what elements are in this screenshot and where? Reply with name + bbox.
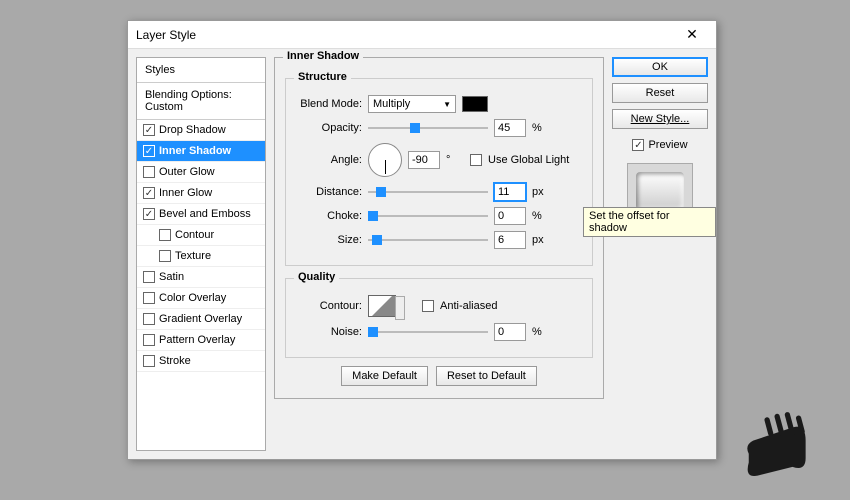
- style-label: Stroke: [159, 355, 191, 367]
- new-style-button[interactable]: New Style...: [612, 109, 708, 129]
- opacity-field[interactable]: 45: [494, 119, 526, 137]
- quality-legend: Quality: [294, 271, 339, 283]
- opacity-slider[interactable]: [368, 121, 488, 135]
- right-buttons: OK Reset New Style... Preview: [612, 57, 708, 451]
- size-slider[interactable]: [368, 233, 488, 247]
- distance-label: Distance:: [296, 186, 362, 198]
- style-item-color-overlay[interactable]: Color Overlay: [137, 288, 265, 309]
- style-item-drop-shadow[interactable]: Drop Shadow: [137, 120, 265, 141]
- shadow-color-swatch[interactable]: [462, 96, 488, 112]
- style-label: Inner Glow: [159, 187, 212, 199]
- contour-picker[interactable]: [368, 295, 396, 317]
- titlebar: Layer Style ✕: [128, 21, 716, 49]
- inner-shadow-group: Inner Shadow Structure Blend Mode: Multi…: [274, 57, 604, 399]
- ok-button[interactable]: OK: [612, 57, 708, 77]
- angle-field[interactable]: -90: [408, 151, 440, 169]
- noise-field[interactable]: 0: [494, 323, 526, 341]
- noise-label: Noise:: [296, 326, 362, 338]
- dialog-title: Layer Style: [136, 28, 196, 42]
- style-item-pattern-overlay[interactable]: Pattern Overlay: [137, 330, 265, 351]
- style-checkbox[interactable]: [159, 250, 171, 262]
- reset-button[interactable]: Reset: [612, 83, 708, 103]
- style-label: Satin: [159, 271, 184, 283]
- make-default-button[interactable]: Make Default: [341, 366, 428, 386]
- chevron-down-icon: ▼: [443, 100, 451, 109]
- size-field[interactable]: 6: [494, 231, 526, 249]
- reset-default-button[interactable]: Reset to Default: [436, 366, 537, 386]
- style-item-gradient-overlay[interactable]: Gradient Overlay: [137, 309, 265, 330]
- style-label: Bevel and Emboss: [159, 208, 251, 220]
- style-item-inner-glow[interactable]: Inner Glow: [137, 183, 265, 204]
- preview-label: Preview: [648, 139, 687, 151]
- style-checkbox[interactable]: [143, 208, 155, 220]
- structure-legend: Structure: [294, 71, 351, 83]
- choke-label: Choke:: [296, 210, 362, 222]
- settings-panel: Inner Shadow Structure Blend Mode: Multi…: [274, 57, 604, 451]
- panel-title: Inner Shadow: [283, 50, 363, 62]
- choke-field[interactable]: 0: [494, 207, 526, 225]
- global-light-label: Use Global Light: [488, 154, 569, 166]
- style-label: Contour: [175, 229, 214, 241]
- style-checkbox[interactable]: [143, 166, 155, 178]
- watermark-logo: [730, 410, 820, 480]
- distance-slider[interactable]: [368, 185, 488, 199]
- blend-mode-select[interactable]: Multiply ▼: [368, 95, 456, 113]
- structure-group: Structure Blend Mode: Multiply ▼ Opacity…: [285, 78, 593, 266]
- style-checkbox[interactable]: [143, 271, 155, 283]
- global-light-checkbox[interactable]: [470, 154, 482, 166]
- style-checkbox[interactable]: [143, 313, 155, 325]
- style-item-outer-glow[interactable]: Outer Glow: [137, 162, 265, 183]
- layer-style-dialog: Layer Style ✕ Styles Blending Options: C…: [127, 20, 717, 460]
- style-item-bevel-and-emboss[interactable]: Bevel and Emboss: [137, 204, 265, 225]
- style-label: Gradient Overlay: [159, 313, 242, 325]
- contour-label: Contour:: [296, 300, 362, 312]
- style-item-stroke[interactable]: Stroke: [137, 351, 265, 372]
- style-item-texture[interactable]: Texture: [137, 246, 265, 267]
- distance-field[interactable]: 11: [494, 183, 526, 201]
- style-checkbox[interactable]: [159, 229, 171, 241]
- opacity-label: Opacity:: [296, 122, 362, 134]
- style-label: Texture: [175, 250, 211, 262]
- styles-header[interactable]: Styles: [137, 58, 265, 83]
- anti-aliased-label: Anti-aliased: [440, 300, 497, 312]
- noise-slider[interactable]: [368, 325, 488, 339]
- angle-dial[interactable]: [368, 143, 402, 177]
- style-item-satin[interactable]: Satin: [137, 267, 265, 288]
- distance-tooltip: Set the offset for shadow: [583, 207, 716, 237]
- style-label: Color Overlay: [159, 292, 226, 304]
- style-item-inner-shadow[interactable]: Inner Shadow: [137, 141, 265, 162]
- style-checkbox[interactable]: [143, 124, 155, 136]
- style-checkbox[interactable]: [143, 334, 155, 346]
- styles-panel: Styles Blending Options: Custom Drop Sha…: [136, 57, 266, 451]
- style-item-contour[interactable]: Contour: [137, 225, 265, 246]
- anti-aliased-checkbox[interactable]: [422, 300, 434, 312]
- close-button[interactable]: ✕: [676, 25, 708, 45]
- style-checkbox[interactable]: [143, 292, 155, 304]
- style-checkbox[interactable]: [143, 145, 155, 157]
- blend-mode-label: Blend Mode:: [296, 98, 362, 110]
- style-label: Drop Shadow: [159, 124, 226, 136]
- style-label: Outer Glow: [159, 166, 215, 178]
- angle-label: Angle:: [296, 154, 362, 166]
- style-checkbox[interactable]: [143, 355, 155, 367]
- blending-options[interactable]: Blending Options: Custom: [137, 83, 265, 120]
- choke-slider[interactable]: [368, 209, 488, 223]
- style-label: Inner Shadow: [159, 145, 231, 157]
- style-checkbox[interactable]: [143, 187, 155, 199]
- style-label: Pattern Overlay: [159, 334, 235, 346]
- quality-group: Quality Contour: Anti-aliased Noise: 0 %: [285, 278, 593, 358]
- size-label: Size:: [296, 234, 362, 246]
- preview-checkbox[interactable]: [632, 139, 644, 151]
